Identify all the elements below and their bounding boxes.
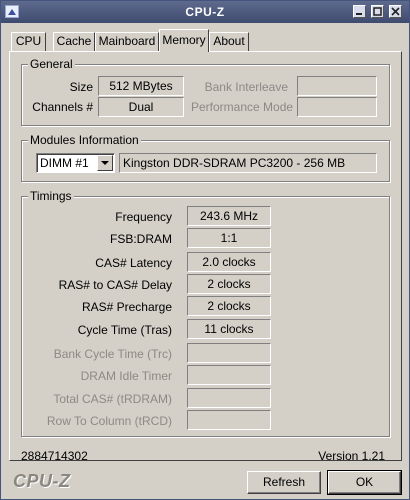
tab-about[interactable]: About [209,32,249,51]
bank-interleave-field [297,76,377,96]
timing-value-total-cas [187,388,271,408]
refresh-button[interactable]: Refresh [247,471,321,494]
minimize-icon[interactable] [353,5,366,18]
timing-value-row-to-column [187,410,271,430]
cpuz-window: CPU-Z CPU Cache Mainboard Memory About G… [0,0,410,500]
version-label: Version 1.21 [318,449,385,463]
timing-label-ras-precharge: RAS# Precharge [81,300,172,314]
ok-button[interactable]: OK [327,470,402,495]
cpuz-logo: CPU-Z [13,471,71,491]
timing-value-cas-latency: 2.0 clocks [187,252,271,272]
tab-cpu[interactable]: CPU [11,32,46,51]
timings-legend: Timings [28,189,74,203]
id-number: 2884714302 [21,449,88,463]
modules-legend: Modules Information [28,133,141,147]
channels-label: Channels # [32,100,93,114]
window-title: CPU-Z [185,5,225,19]
chevron-down-icon[interactable] [97,155,113,171]
tab-cache[interactable]: Cache [53,32,95,51]
dimm-slot-select[interactable]: DIMM #1 [36,153,115,173]
timing-value-ras-to-cas: 2 clocks [187,274,271,294]
title-bar[interactable]: CPU-Z [1,1,409,23]
timing-label-ras-to-cas: RAS# to CAS# Delay [58,278,172,292]
timing-label-frequency: Frequency [115,210,172,224]
dimm-slot-value: DIMM #1 [40,156,89,170]
timing-label-row-to-column: Row To Column (tRCD) [46,414,172,428]
timing-label-cycle-time: Cycle Time (Tras) [77,323,172,337]
tab-mainboard[interactable]: Mainboard [95,32,159,51]
timing-value-fsb-dram: 1:1 [187,228,271,248]
timing-value-frequency: 243.6 MHz [187,206,271,226]
timing-label-bank-cycle: Bank Cycle Time (Trc) [53,347,172,361]
timing-value-cycle-time: 11 clocks [187,319,271,339]
performance-mode-label: Performance Mode [191,100,294,114]
timing-value-ras-precharge: 2 clocks [187,296,271,316]
general-legend: General [28,57,75,71]
maximize-icon[interactable] [371,5,384,18]
performance-mode-field [297,97,377,117]
timing-value-dram-idle [187,365,271,385]
size-label: Size [69,80,93,94]
timing-label-total-cas: Total CAS# (tRDRAM) [53,392,172,406]
module-description-field: Kingston DDR-SDRAM PC3200 - 256 MB [119,153,377,173]
timing-label-fsb-dram: FSB:DRAM [109,232,172,246]
close-icon[interactable] [389,5,402,18]
channels-field: Dual [98,97,184,117]
timing-label-cas-latency: CAS# Latency [95,256,172,270]
size-field: 512 MBytes [98,76,184,96]
timing-value-bank-cycle [187,343,271,363]
bank-interleave-label: Bank Interleave [204,80,288,94]
timing-label-dram-idle: DRAM Idle Timer [80,369,172,383]
tab-memory[interactable]: Memory [159,29,209,52]
